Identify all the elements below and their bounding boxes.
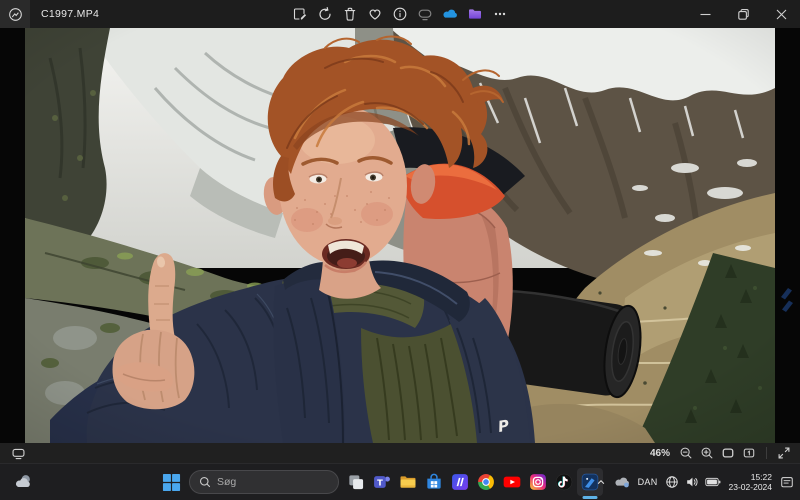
time: 15:22 xyxy=(750,472,772,482)
battery-icon[interactable] xyxy=(702,468,724,496)
svg-text:T: T xyxy=(377,477,383,487)
search-placeholder: Søg xyxy=(217,476,237,488)
minimize-icon[interactable] xyxy=(686,0,724,28)
chrome-icon[interactable] xyxy=(473,468,499,496)
store-icon[interactable] xyxy=(421,468,447,496)
photos-logo-icon xyxy=(8,7,23,22)
restore-icon[interactable] xyxy=(724,0,762,28)
task-view-icon[interactable] xyxy=(343,468,369,496)
vignette xyxy=(25,28,775,443)
edit-image-icon[interactable] xyxy=(288,3,311,26)
window-controls xyxy=(686,0,800,28)
photos-toolbar xyxy=(288,2,511,26)
search-input[interactable]: Søg xyxy=(189,470,339,494)
app-button[interactable] xyxy=(0,0,30,28)
language-indicator[interactable]: DAN xyxy=(634,477,662,487)
chevron-up-icon[interactable] xyxy=(592,468,610,496)
info-icon[interactable] xyxy=(388,3,411,26)
notification-icon[interactable] xyxy=(777,468,797,496)
onedrive-tray-icon[interactable] xyxy=(610,468,634,496)
date: 23-02-2024 xyxy=(728,482,772,492)
close-icon[interactable] xyxy=(762,0,800,28)
folder-icon[interactable] xyxy=(463,3,486,26)
network-icon[interactable] xyxy=(662,468,682,496)
slideshow-icon[interactable] xyxy=(413,3,436,26)
zoom-level: 46% xyxy=(649,447,670,459)
instagram-icon[interactable] xyxy=(525,468,551,496)
video-frame-hiker: P xyxy=(25,28,775,443)
fit-to-window-icon[interactable] xyxy=(721,446,735,460)
fullscreen-icon[interactable] xyxy=(777,446,791,460)
tiktok-icon[interactable] xyxy=(551,468,577,496)
titlebar: C1997.MP4 xyxy=(0,0,800,28)
windows-start-icon[interactable] xyxy=(158,468,185,496)
zoom-out-icon[interactable] xyxy=(679,446,693,460)
actual-size-icon[interactable] xyxy=(742,446,756,460)
rotate-icon[interactable] xyxy=(313,3,336,26)
photo-stage: P xyxy=(0,28,800,443)
volume-icon[interactable] xyxy=(682,468,702,496)
file-explorer-icon[interactable] xyxy=(395,468,421,496)
zoom-in-icon[interactable] xyxy=(700,446,714,460)
favorite-icon[interactable] xyxy=(363,3,386,26)
taskbar: Søg T DAN 15:22 23-02-2024 xyxy=(0,463,800,500)
youtube-icon[interactable] xyxy=(499,468,525,496)
viewer-statusbar: 46% xyxy=(0,443,800,463)
file-title: C1997.MP4 xyxy=(41,8,100,20)
divider xyxy=(766,447,767,459)
search-icon xyxy=(199,476,211,488)
medal-icon[interactable] xyxy=(447,468,473,496)
teams-icon[interactable]: T xyxy=(369,468,395,496)
widgets-weather-icon[interactable] xyxy=(10,468,36,496)
delete-icon[interactable] xyxy=(338,3,361,26)
system-tray: DAN 15:22 23-02-2024 xyxy=(592,464,797,500)
taskbar-center: Søg T xyxy=(158,464,603,500)
blue-s-logo xyxy=(778,284,796,314)
onedrive-icon[interactable] xyxy=(438,3,461,26)
filmstrip-icon[interactable] xyxy=(11,446,26,461)
more-icon[interactable] xyxy=(488,3,511,26)
clock[interactable]: 15:22 23-02-2024 xyxy=(724,472,777,492)
